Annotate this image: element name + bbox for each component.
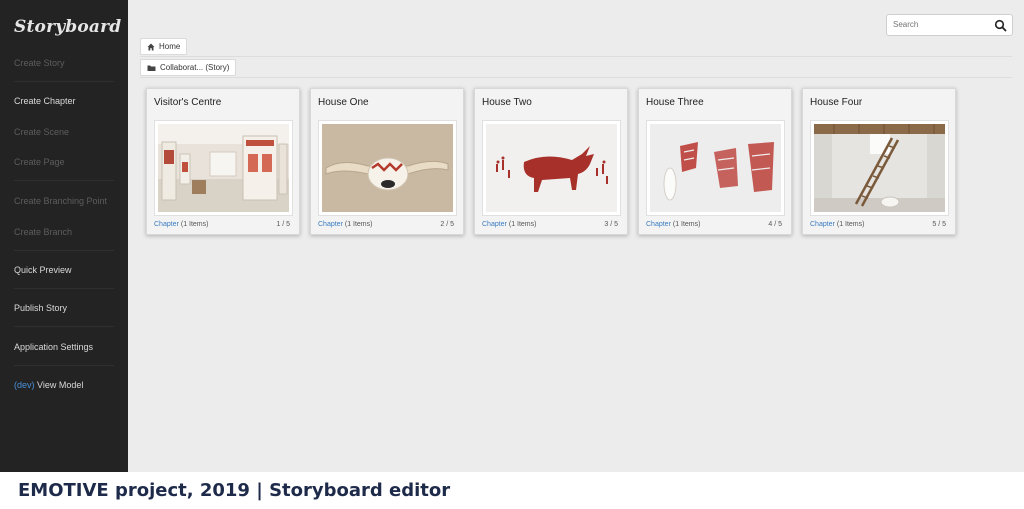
sidebar-item-application-settings[interactable]: Application Settings xyxy=(14,342,93,352)
card-footer: Chapter (1 Items) 5 / 5 xyxy=(810,221,946,228)
chapter-card-house-one[interactable]: House One Chapter (1 Items) 2 / 5 xyxy=(310,88,464,235)
folder-icon xyxy=(147,65,156,71)
card-title: House One xyxy=(318,97,369,108)
breadcrumb-label: Collaborat... (Story) xyxy=(160,63,230,72)
sidebar-item-create-scene[interactable]: Create Scene xyxy=(14,127,69,137)
card-thumbnail[interactable] xyxy=(154,120,293,216)
sidebar: Storyboard Create Story Create Chapter C… xyxy=(0,0,128,472)
ladder-room-image xyxy=(814,124,945,212)
sidebar-divider xyxy=(14,180,114,181)
chapter-link[interactable]: Chapter xyxy=(810,221,835,228)
card-thumbnail[interactable] xyxy=(810,120,949,216)
chapter-card-visitors-centre[interactable]: Visitor's Centre Chapter (1 Items) 1 / 5 xyxy=(146,88,300,235)
item-count: (1 Items) xyxy=(672,221,701,228)
chapter-link[interactable]: Chapter xyxy=(646,221,671,228)
chapter-link[interactable]: Chapter xyxy=(318,221,343,228)
caption: EMOTIVE project, 2019 | Storyboard edito… xyxy=(18,480,451,501)
sidebar-divider xyxy=(14,81,114,82)
card-position: 2 / 5 xyxy=(440,221,454,228)
card-title: Visitor's Centre xyxy=(154,97,222,108)
sidebar-item-create-chapter[interactable]: Create Chapter xyxy=(14,96,76,106)
card-footer: Chapter (1 Items) 3 / 5 xyxy=(482,221,618,228)
card-position: 4 / 5 xyxy=(768,221,782,228)
card-footer: Chapter (1 Items) 4 / 5 xyxy=(646,221,782,228)
card-title: House Four xyxy=(810,97,863,108)
chapter-link[interactable]: Chapter xyxy=(154,221,179,228)
breadcrumb-label: Home xyxy=(159,42,181,51)
main-content: Home Collaborat... (Story) Visitor's Cen… xyxy=(128,0,1024,472)
dev-tag: (dev) xyxy=(14,380,35,390)
breadcrumb-divider xyxy=(140,77,1012,78)
card-thumbnail[interactable] xyxy=(318,120,457,216)
item-count: (1 Items) xyxy=(836,221,865,228)
search-box xyxy=(886,14,1013,36)
item-count: (1 Items) xyxy=(508,221,537,228)
sidebar-divider xyxy=(14,365,114,366)
breadcrumb-home[interactable]: Home xyxy=(140,38,188,55)
card-thumbnail[interactable] xyxy=(646,120,785,216)
bull-mural-image xyxy=(486,124,617,212)
sidebar-item-quick-preview[interactable]: Quick Preview xyxy=(14,265,72,275)
red-wall-paintings-image xyxy=(650,124,781,212)
chapter-link[interactable]: Chapter xyxy=(482,221,507,228)
sidebar-item-create-branch[interactable]: Create Branch xyxy=(14,227,72,237)
breadcrumb-story[interactable]: Collaborat... (Story) xyxy=(140,59,237,76)
sidebar-item-publish-story[interactable]: Publish Story xyxy=(14,303,67,313)
card-footer: Chapter (1 Items) 2 / 5 xyxy=(318,221,454,228)
card-title: House Three xyxy=(646,97,704,108)
chapter-card-house-two[interactable]: House Two Chapter (1 Items) 3 / 5 xyxy=(474,88,628,235)
sidebar-item-label: View Model xyxy=(34,380,84,390)
card-position: 3 / 5 xyxy=(604,221,618,228)
card-title: House Two xyxy=(482,97,532,108)
sidebar-item-create-page[interactable]: Create Page xyxy=(14,157,65,167)
card-footer: Chapter (1 Items) 1 / 5 xyxy=(154,221,290,228)
item-count: (1 Items) xyxy=(344,221,373,228)
chapter-card-house-four[interactable]: House Four Chapter (1 Items) 5 / 5 xyxy=(802,88,956,235)
card-position: 1 / 5 xyxy=(276,221,290,228)
app-window: Storyboard Create Story Create Chapter C… xyxy=(0,0,1024,472)
app-logo: Storyboard xyxy=(14,17,122,37)
card-thumbnail[interactable] xyxy=(482,120,621,216)
search-icon[interactable] xyxy=(994,19,1007,32)
sidebar-item-view-model[interactable]: (dev) View Model xyxy=(14,380,83,390)
gallery-room-image xyxy=(158,124,289,212)
sidebar-divider xyxy=(14,288,114,289)
sidebar-item-create-branching-point[interactable]: Create Branching Point xyxy=(14,196,107,206)
card-position: 5 / 5 xyxy=(932,221,946,228)
horns-artifact-image xyxy=(322,124,453,212)
sidebar-divider xyxy=(14,250,114,251)
breadcrumb-divider xyxy=(140,56,1012,57)
home-icon xyxy=(147,43,155,50)
sidebar-item-create-story[interactable]: Create Story xyxy=(14,58,65,68)
item-count: (1 Items) xyxy=(180,221,209,228)
sidebar-divider xyxy=(14,326,114,327)
search-input[interactable] xyxy=(893,20,988,29)
chapter-card-house-three[interactable]: House Three Chapter (1 Items) 4 / 5 xyxy=(638,88,792,235)
